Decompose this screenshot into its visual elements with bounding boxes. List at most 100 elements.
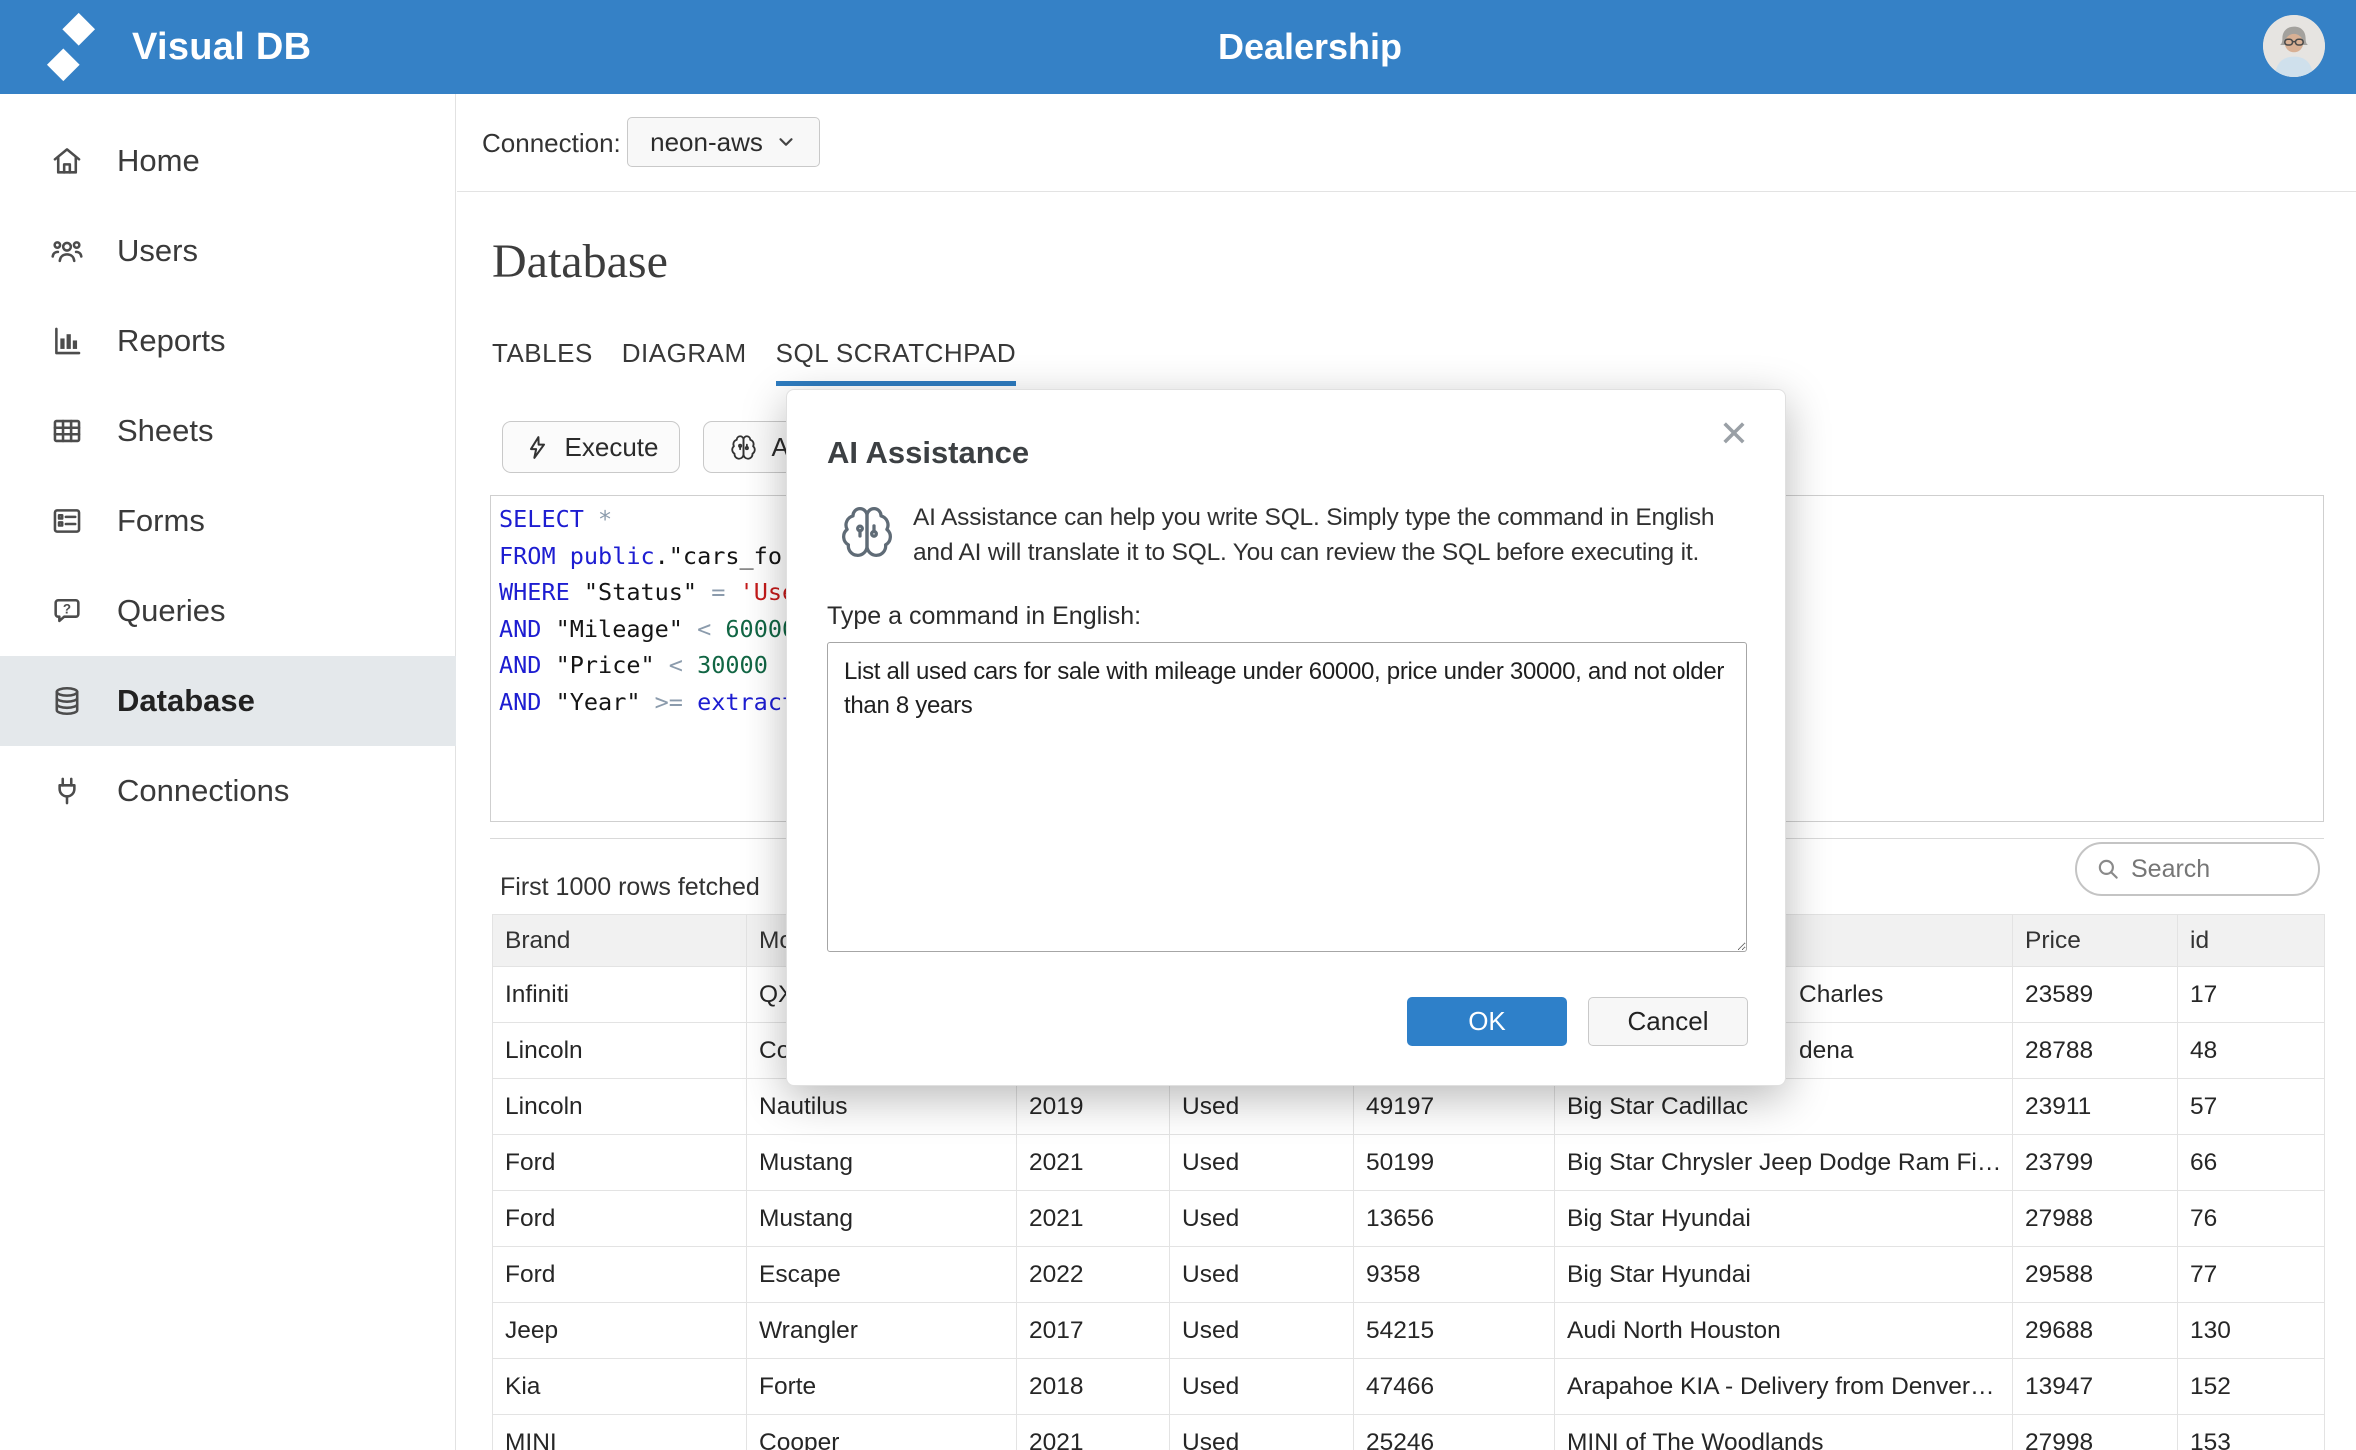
table-cell: 49197 (1354, 1079, 1555, 1135)
table-row[interactable]: JeepWrangler2017Used54215Audi North Hous… (493, 1303, 2325, 1359)
prompt-label: Type a command in English: (827, 602, 1141, 631)
sidebar-nav: Home Users Reports SheetsForms?QueriesDatab… (0, 116, 456, 836)
table-cell: 23799 (2013, 1135, 2178, 1191)
table-cell: Wrangler (747, 1303, 1017, 1359)
table-cell: 66 (2178, 1135, 2325, 1191)
execute-button[interactable]: Execute (502, 421, 680, 473)
table-cell: 13656 (1354, 1191, 1555, 1247)
sheets-icon (50, 414, 84, 448)
table-cell: Ford (493, 1135, 747, 1191)
queries-icon: ? (50, 594, 84, 628)
table-cell: 29688 (2013, 1303, 2178, 1359)
header-divider (457, 191, 2356, 192)
sidebar-item-label: Reports (117, 323, 226, 359)
sidebar-item-forms[interactable]: Forms (0, 476, 456, 566)
cancel-button[interactable]: Cancel (1588, 997, 1748, 1046)
table-cell: Kia (493, 1359, 747, 1415)
table-cell: Used (1170, 1247, 1354, 1303)
table-cell: 2022 (1017, 1247, 1170, 1303)
table-cell: 47466 (1354, 1359, 1555, 1415)
search-icon (2095, 856, 2121, 882)
table-row[interactable]: KiaForte2018Used47466Arapahoe KIA - Deli… (493, 1359, 2325, 1415)
table-cell: Lincoln (493, 1023, 747, 1079)
table-cell: 29588 (2013, 1247, 2178, 1303)
table-cell: Big Star Chrysler Jeep Dodge Ram Fi… (1555, 1135, 2013, 1191)
visual-db-logo-icon (46, 10, 96, 84)
table-row[interactable]: FordEscape2022Used9358Big Star Hyundai29… (493, 1247, 2325, 1303)
tab-tables[interactable]: TABLES (492, 338, 593, 386)
table-row[interactable]: FordMustang2021Used50199Big Star Chrysle… (493, 1135, 2325, 1191)
chevron-down-icon (775, 131, 797, 153)
sql-line: SELECT * (499, 501, 796, 538)
fetch-status: First 1000 rows fetched (500, 873, 760, 902)
sidebar-item-connections[interactable]: Connections (0, 746, 456, 836)
table-cell: 57 (2178, 1079, 2325, 1135)
sql-line: WHERE "Status" = 'Use (499, 574, 796, 611)
table-cell: 23911 (2013, 1079, 2178, 1135)
sidebar: Home Users Reports SheetsForms?QueriesDatab… (0, 94, 456, 1450)
table-cell: Lincoln (493, 1079, 747, 1135)
connection-label: Connection: (482, 128, 621, 159)
table-row[interactable]: FordMustang2021Used13656Big Star Hyundai… (493, 1191, 2325, 1247)
tab-diagram[interactable]: DIAGRAM (622, 338, 747, 386)
brand-name: Visual DB (132, 0, 311, 94)
table-cell: 2021 (1017, 1135, 1170, 1191)
table-cell: MINI (493, 1415, 747, 1450)
table-cell: 153 (2178, 1415, 2325, 1450)
user-avatar[interactable] (2263, 15, 2325, 77)
table-cell: 23589 (2013, 967, 2178, 1023)
column-header: id (2178, 915, 2325, 967)
section-heading: Database (492, 234, 668, 289)
table-cell: Mustang (747, 1135, 1017, 1191)
connection-dropdown[interactable]: neon-aws (627, 117, 820, 167)
brain-icon (730, 434, 757, 461)
table-cell: 27988 (2013, 1191, 2178, 1247)
svg-text:?: ? (63, 601, 71, 616)
tab-sql-scratchpad[interactable]: SQL SCRATCHPAD (776, 338, 1017, 386)
table-cell: 76 (2178, 1191, 2325, 1247)
table-row[interactable]: MINICooper2021Used25246MINI of The Woodl… (493, 1415, 2325, 1450)
forms-icon (50, 504, 84, 538)
table-cell: 54215 (1354, 1303, 1555, 1359)
search-box[interactable] (2075, 842, 2320, 896)
table-cell: 13947 (2013, 1359, 2178, 1415)
table-cell: 2021 (1017, 1191, 1170, 1247)
modal-description: AI Assistance can help you write SQL. Si… (913, 500, 1761, 570)
database-icon (50, 684, 84, 718)
table-cell: Big Star Hyundai (1555, 1191, 2013, 1247)
table-cell: Nautilus (747, 1079, 1017, 1135)
sidebar-item-queries[interactable]: ?Queries (0, 566, 456, 656)
table-cell: Used (1170, 1191, 1354, 1247)
ok-button[interactable]: OK (1407, 997, 1567, 1046)
sidebar-item-database[interactable]: Database (0, 656, 456, 746)
table-cell: Escape (747, 1247, 1017, 1303)
sidebar-item-label: Users (117, 233, 198, 269)
table-cell: Used (1170, 1303, 1354, 1359)
sql-code[interactable]: SELECT *FROM public."cars_forWHERE "Stat… (499, 501, 796, 721)
table-cell: 27998 (2013, 1415, 2178, 1450)
sidebar-item-sheets[interactable]: Sheets (0, 386, 456, 476)
search-input[interactable] (2131, 855, 2300, 884)
sidebar-item-reports[interactable]: Reports (0, 296, 456, 386)
table-cell: Mustang (747, 1191, 1017, 1247)
table-cell: 2017 (1017, 1303, 1170, 1359)
table-cell: 77 (2178, 1247, 2325, 1303)
table-cell: Arapahoe KIA - Delivery from Denver… (1555, 1359, 2013, 1415)
command-input[interactable]: List all used cars for sale with mileage… (827, 642, 1747, 952)
table-cell: MINI of The Woodlands (1555, 1415, 2013, 1450)
table-cell: Used (1170, 1135, 1354, 1191)
table-row[interactable]: LincolnNautilus2019Used49197Big Star Cad… (493, 1079, 2325, 1135)
sql-line: FROM public."cars_for (499, 538, 796, 575)
sidebar-item-home[interactable]: Home (0, 116, 456, 206)
table-cell: 50199 (1354, 1135, 1555, 1191)
tab-bar: TABLES DIAGRAM SQL SCRATCHPAD (492, 338, 1016, 386)
table-cell: Jeep (493, 1303, 747, 1359)
bolt-icon (524, 434, 551, 461)
column-header: Brand (493, 915, 747, 967)
close-icon[interactable]: ✕ (1719, 416, 1749, 452)
page-title: Dealership (1218, 0, 1402, 94)
table-cell: 17 (2178, 967, 2325, 1023)
sidebar-item-users[interactable]: Users (0, 206, 456, 296)
brain-icon (839, 504, 895, 560)
table-cell: Cooper (747, 1415, 1017, 1450)
